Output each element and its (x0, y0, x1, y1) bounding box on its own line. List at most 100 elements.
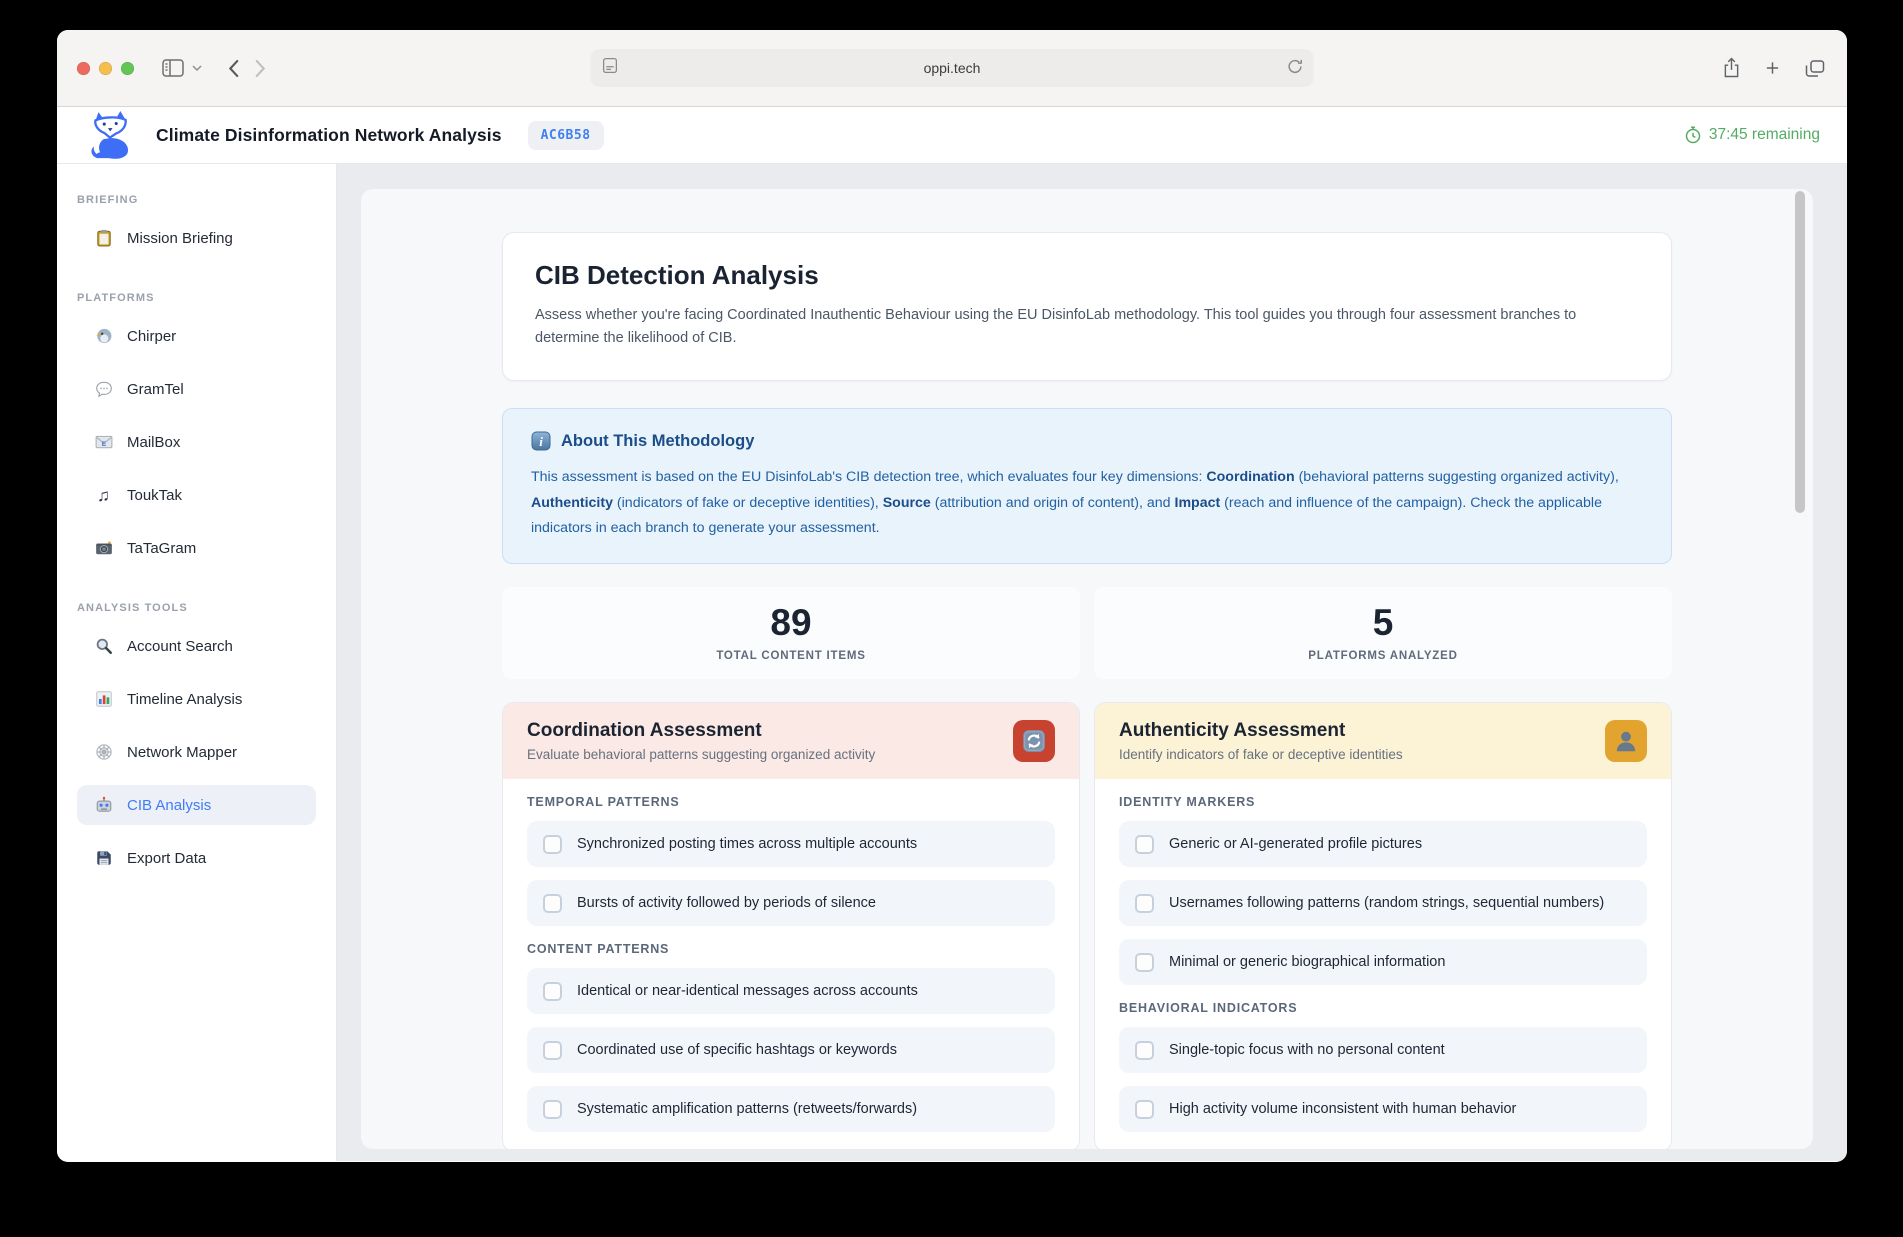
back-button[interactable] (228, 60, 239, 77)
minimize-window-button[interactable] (99, 62, 112, 75)
stat-label: TOTAL CONTENT ITEMS (502, 650, 1080, 662)
assessment-card-body: IDENTITY MARKERS Generic or AI-generated… (1095, 779, 1671, 1149)
sidebar-item-cib-analysis[interactable]: CIB Analysis (77, 785, 316, 825)
reader-mode-icon[interactable] (602, 57, 619, 74)
sidebar-item-label: Account Search (127, 638, 233, 655)
assessment-section-label: BEHAVIORAL INDICATORS (1119, 1001, 1647, 1015)
assessment-card-authenticity-assessment: Authenticity Assessment Identify indicat… (1094, 702, 1672, 1149)
share-icon[interactable] (1723, 58, 1740, 79)
svg-text:E: E (101, 441, 106, 448)
checkbox[interactable] (1135, 1041, 1154, 1060)
content-title: CIB Detection Analysis (535, 260, 1639, 291)
new-tab-icon[interactable] (1765, 61, 1780, 76)
browser-toolbar: oppi.tech (57, 30, 1847, 107)
checkbox-row[interactable]: Systematic amplification patterns (retwe… (527, 1086, 1055, 1132)
checkbox[interactable] (1135, 953, 1154, 972)
sidebar: BRIEFING Mission Briefing PLATFORMS Chir… (57, 164, 337, 1161)
main-area: CIB Detection Analysis Assess whether yo… (337, 164, 1847, 1161)
close-window-button[interactable] (77, 62, 90, 75)
sidebar-item-label: TaTaGram (127, 540, 196, 557)
checkbox-row[interactable]: Minimal or generic biographical informat… (1119, 939, 1647, 985)
checkbox-row[interactable]: Bursts of activity followed by periods o… (527, 880, 1055, 926)
assessment-card-coordination-assessment: Coordination Assessment Evaluate behavio… (502, 702, 1080, 1149)
sidebar-item-gramtel[interactable]: GramTel (77, 369, 316, 409)
speech-icon (94, 380, 113, 399)
traffic-lights (77, 62, 134, 75)
checkbox-label: Identical or near-identical messages acr… (577, 983, 918, 999)
checkbox[interactable] (543, 1041, 562, 1060)
assessment-title: Coordination Assessment (527, 720, 875, 742)
methodology-text-segment: (attribution and origin of content), and (931, 495, 1175, 511)
checkbox-label: Synchronized posting times across multip… (577, 836, 917, 852)
checkbox[interactable] (543, 894, 562, 913)
sidebar-item-network-mapper[interactable]: Network Mapper (77, 732, 316, 772)
assessment-card-header: Coordination Assessment Evaluate behavio… (503, 703, 1079, 779)
app-header: Climate Disinformation Network Analysis … (57, 107, 1847, 164)
checkbox-label: Coordinated use of specific hashtags or … (577, 1042, 897, 1058)
robot-icon (94, 796, 113, 815)
sidebar-item-touktak[interactable]: ♫ ToukTak (77, 475, 316, 515)
checkbox[interactable] (1135, 894, 1154, 913)
sidebar-item-mailbox[interactable]: E MailBox (77, 422, 316, 462)
checkbox[interactable] (543, 835, 562, 854)
assessment-card-body: TEMPORAL PATTERNS Synchronized posting t… (503, 779, 1079, 1149)
sidebar-item-mission-briefing[interactable]: Mission Briefing (77, 218, 316, 258)
methodology-text-segment: Source (883, 495, 931, 511)
checkbox[interactable] (543, 1100, 562, 1119)
stat-card: 5 PLATFORMS ANALYZED (1094, 587, 1672, 679)
checkbox[interactable] (543, 982, 562, 1001)
sidebar-item-label: Export Data (127, 850, 206, 867)
assessment-section-label: TEMPORAL PATTERNS (527, 795, 1055, 809)
assessments-grid: Coordination Assessment Evaluate behavio… (502, 702, 1672, 1149)
sidebar-item-label: CIB Analysis (127, 797, 211, 814)
sidebar-item-timeline-analysis[interactable]: Timeline Analysis (77, 679, 316, 719)
scrollbar-thumb[interactable] (1795, 191, 1805, 513)
address-bar[interactable]: oppi.tech (591, 49, 1314, 87)
page-title: Climate Disinformation Network Analysis (156, 125, 502, 146)
sidebar-item-tatagram[interactable]: TaTaGram (77, 528, 316, 568)
zoom-window-button[interactable] (121, 62, 134, 75)
sidebar-toggle-icon[interactable] (162, 59, 184, 77)
checkbox[interactable] (1135, 835, 1154, 854)
info-icon: i (531, 431, 551, 451)
mail-icon: E (94, 433, 113, 452)
checkbox[interactable] (1135, 1100, 1154, 1119)
tab-overview-icon[interactable] (1805, 59, 1825, 77)
disk-icon (94, 849, 113, 868)
sidebar-section: BRIEFING Mission Briefing (57, 194, 336, 258)
checkbox-row[interactable]: Synchronized posting times across multip… (527, 821, 1055, 867)
sidebar-item-chirper[interactable]: Chirper (77, 316, 316, 356)
checkbox-row[interactable]: High activity volume inconsistent with h… (1119, 1086, 1647, 1132)
chevron-down-icon[interactable] (192, 65, 202, 71)
checkbox-row[interactable]: Single-topic focus with no personal cont… (1119, 1027, 1647, 1073)
sidebar-item-label: ToukTak (127, 487, 182, 504)
sidebar-item-export-data[interactable]: Export Data (77, 838, 316, 878)
content-panel: CIB Detection Analysis Assess whether yo… (361, 189, 1813, 1149)
checkbox-row[interactable]: Generic or AI-generated profile pictures (1119, 821, 1647, 867)
bird-icon (94, 327, 113, 346)
assessment-subtitle: Identify indicators of fake or deceptive… (1119, 747, 1403, 762)
stat-label: PLATFORMS ANALYZED (1094, 650, 1672, 662)
checkbox-label: Single-topic focus with no personal cont… (1169, 1042, 1445, 1058)
fox-logo-icon (88, 110, 134, 160)
stat-value: 5 (1094, 602, 1672, 644)
methodology-text-segment: Impact (1175, 495, 1221, 511)
sidebar-item-account-search[interactable]: Account Search (77, 626, 316, 666)
checkbox-label: Systematic amplification patterns (retwe… (577, 1101, 917, 1117)
checkbox-row[interactable]: Coordinated use of specific hashtags or … (527, 1027, 1055, 1073)
time-remaining: 37:45 remaining (1684, 126, 1820, 144)
checkbox-label: High activity volume inconsistent with h… (1169, 1101, 1516, 1117)
forward-button[interactable] (255, 60, 266, 77)
content-description: Assess whether you're facing Coordinated… (535, 304, 1600, 350)
checkbox-row[interactable]: Identical or near-identical messages acr… (527, 968, 1055, 1014)
assessment-section-label: CONTENT PATTERNS (527, 942, 1055, 956)
search-icon (94, 637, 113, 656)
stats-row: 89 TOTAL CONTENT ITEMS 5 PLATFORMS ANALY… (502, 587, 1672, 679)
url-text: oppi.tech (924, 60, 981, 76)
reload-icon[interactable] (1287, 58, 1304, 75)
checkbox-label: Bursts of activity followed by periods o… (577, 895, 876, 911)
checkbox-row[interactable]: Usernames following patterns (random str… (1119, 880, 1647, 926)
methodology-infobox: i About This Methodology This assessment… (502, 408, 1672, 564)
checkbox-label: Generic or AI-generated profile pictures (1169, 836, 1422, 852)
methodology-body: This assessment is based on the EU Disin… (531, 465, 1643, 541)
